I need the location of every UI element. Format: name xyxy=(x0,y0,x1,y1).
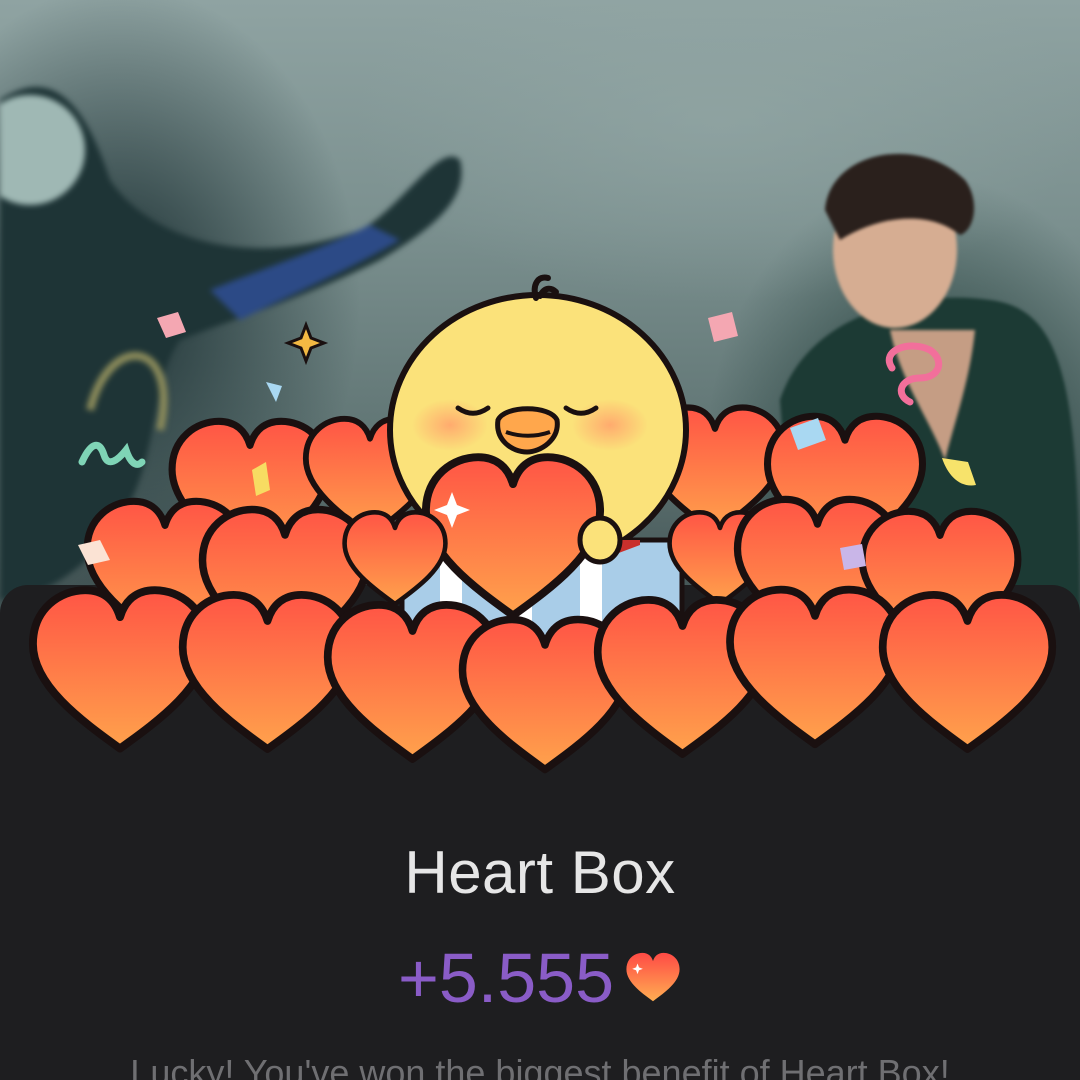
reward-title: Heart Box xyxy=(404,839,676,906)
reward-amount: +5.555 xyxy=(397,939,615,1017)
reward-message: Lucky! You've won the biggest benefit of… xyxy=(130,1052,950,1080)
heart-icon xyxy=(626,952,680,1002)
heart-box-reward-screen: Heart Box +5.555 Lucky! You've won the b… xyxy=(0,0,1080,1080)
reward-amount-row: +5.555 xyxy=(0,938,1080,1018)
heart-box-illustration xyxy=(0,274,1080,800)
